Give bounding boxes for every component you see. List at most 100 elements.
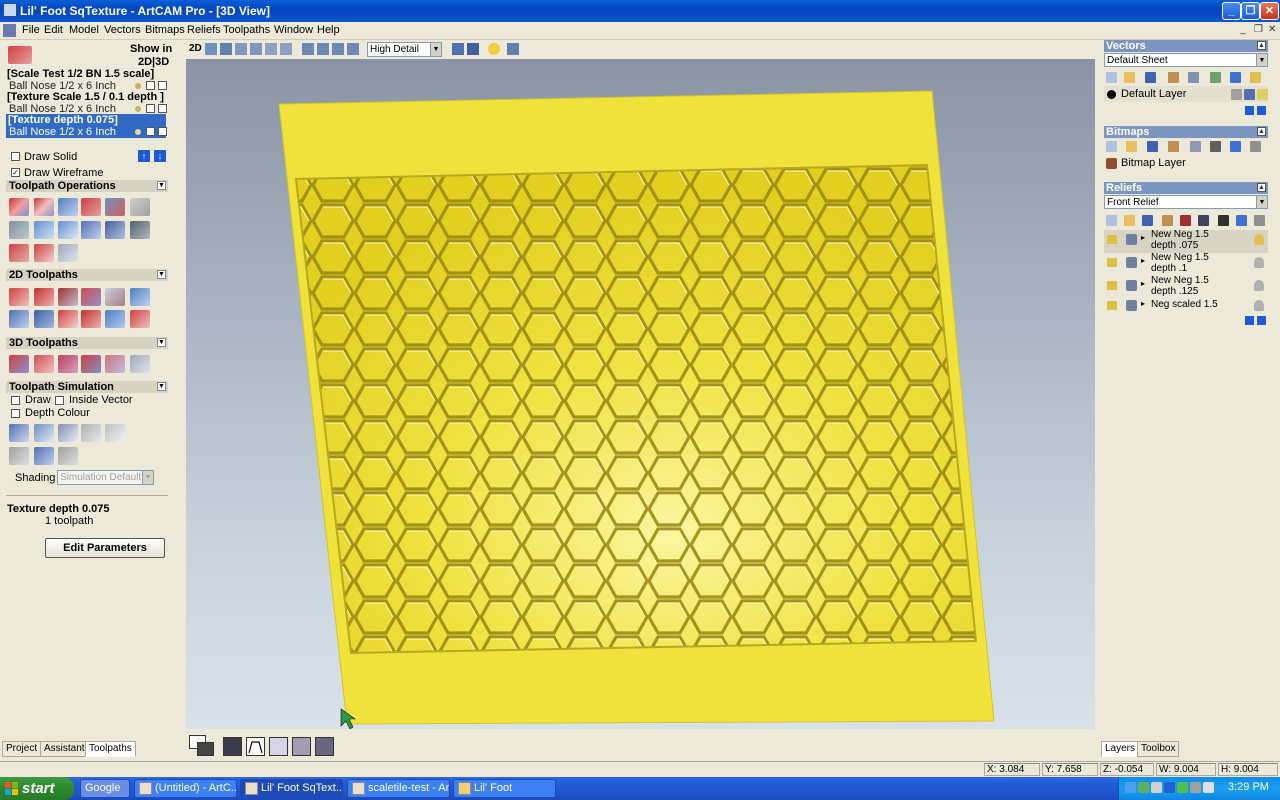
network-icon[interactable] xyxy=(1125,782,1136,793)
tab-layers[interactable]: Layers xyxy=(1101,741,1140,757)
simulate-window-icon[interactable] xyxy=(58,244,78,262)
simulate-toolpath-icon[interactable] xyxy=(9,424,29,442)
antivirus-icon[interactable] xyxy=(1138,782,1149,793)
sim-draw-checkbox[interactable] xyxy=(11,396,20,405)
edit-parameters-button[interactable]: Edit Parameters xyxy=(45,538,165,558)
simulation-relief-icon[interactable] xyxy=(34,447,54,465)
taskbar-untitled-artcam[interactable]: (Untitled) - ArtC... xyxy=(134,779,237,798)
depth-colour-checkbox[interactable] xyxy=(11,409,20,418)
inlay-icon[interactable] xyxy=(34,310,54,328)
collapse-arrow-icon[interactable]: ▲ xyxy=(1257,183,1266,192)
add-toolpath-icon[interactable] xyxy=(9,244,29,262)
relief-layer-name[interactable]: New Neg 1.5 xyxy=(1151,229,1209,240)
machine-along-vector-icon[interactable] xyxy=(105,310,125,328)
shade-mode-icon[interactable] xyxy=(452,43,464,55)
detail-select[interactable]: High Detail ▼ xyxy=(367,42,442,57)
zoom-box-icon[interactable] xyxy=(265,43,277,55)
relief-layer-desc[interactable]: depth .125 xyxy=(1151,286,1198,297)
bitmap-tool-icon[interactable] xyxy=(1210,141,1221,152)
vector-sheet-select[interactable]: Default Sheet ▼ xyxy=(1104,53,1268,67)
menu-vectors[interactable]: Vectors xyxy=(104,24,141,36)
taskbar-scaletile-test[interactable]: scaletile-test - Ar... xyxy=(347,779,450,798)
show-in-mode[interactable]: 2D|3D xyxy=(138,56,169,68)
usb-icon[interactable] xyxy=(1190,782,1201,793)
relief-layer-visible-icon[interactable] xyxy=(1107,281,1117,290)
start-button[interactable]: start xyxy=(0,777,74,800)
light-bulb-icon[interactable] xyxy=(1254,257,1264,268)
toolpath-group-3[interactable]: [Texture depth 0.075] xyxy=(8,114,118,126)
axes-icon[interactable] xyxy=(467,43,479,55)
3d-texture-icon[interactable] xyxy=(105,355,125,373)
save-layer-icon[interactable] xyxy=(1145,72,1156,83)
relief-layer-name[interactable]: New Neg 1.5 xyxy=(1151,252,1209,263)
chevron-down-icon[interactable]: ▼ xyxy=(1256,54,1267,66)
merge-toolpaths-icon[interactable] xyxy=(105,198,125,216)
minimize-button[interactable]: _ xyxy=(1222,2,1241,20)
section-toolpath-operations[interactable]: Toolpath Operations ▼ xyxy=(6,180,168,192)
delete-relief-icon[interactable] xyxy=(1236,215,1247,226)
chevron-down-icon[interactable]: ▼ xyxy=(430,43,441,56)
fluting-icon[interactable] xyxy=(9,310,29,328)
show-3d-checkbox[interactable] xyxy=(146,104,155,113)
relief-layer-name[interactable]: Neg scaled 1.5 xyxy=(1151,299,1218,310)
area-clearance-icon[interactable] xyxy=(34,288,54,306)
batch-calculate-icon[interactable] xyxy=(105,221,125,239)
paste-layer-icon[interactable] xyxy=(1168,72,1179,83)
toolpath-group-1[interactable]: [Scale Test 1/2 BN 1.5 scale] xyxy=(7,68,154,80)
move-down-icon[interactable] xyxy=(1257,316,1266,325)
layer-color-dot[interactable] xyxy=(1107,90,1116,99)
layer-light-icon[interactable] xyxy=(1250,72,1261,83)
paste-bitmap-icon[interactable] xyxy=(1168,141,1179,152)
zoom-out-icon[interactable] xyxy=(250,43,262,55)
color-swatch-mid[interactable] xyxy=(292,737,311,756)
bitmap-layer-label[interactable]: Bitmap Layer xyxy=(1121,157,1186,169)
machine-relief-3d-icon[interactable] xyxy=(9,355,29,373)
menu-bitmaps[interactable]: Bitmaps xyxy=(145,24,185,36)
simulate-all-icon[interactable] xyxy=(34,424,54,442)
system-clock[interactable]: 3:29 PM xyxy=(1228,781,1269,793)
new-layer-icon[interactable] xyxy=(1106,72,1117,83)
show-2d-indicator[interactable] xyxy=(135,106,141,112)
layer-visible-icon[interactable] xyxy=(1257,89,1268,100)
show-2d-indicator[interactable] xyxy=(135,129,141,135)
profile-machining-icon[interactable] xyxy=(9,288,29,306)
mdi-restore-icon[interactable]: ❐ xyxy=(1254,24,1263,35)
section-3d-toolpaths[interactable]: 3D Toolpaths ▼ xyxy=(6,337,168,349)
relief-bake-icon[interactable] xyxy=(1218,215,1229,226)
new-bitmap-layer-icon[interactable] xyxy=(1106,141,1117,152)
machine-relief-icon[interactable] xyxy=(34,198,54,216)
expand-arrow-icon[interactable]: ▸ xyxy=(1141,233,1145,242)
open-bitmap-icon[interactable] xyxy=(1126,141,1137,152)
taskbar-google[interactable]: Google xyxy=(80,779,130,798)
relief-layer-desc[interactable]: depth .075 xyxy=(1151,240,1198,251)
taskbar-lil-foot-folder[interactable]: Lil' Foot xyxy=(453,779,556,798)
relief-combine-mode-icon[interactable] xyxy=(1126,280,1137,291)
move-up-icon[interactable]: ↑ xyxy=(138,150,150,162)
merge-layer-icon[interactable] xyxy=(1210,72,1221,83)
embossing-icon[interactable] xyxy=(130,310,150,328)
pan-icon[interactable] xyxy=(220,43,232,55)
move-up-icon[interactable] xyxy=(1245,106,1254,115)
light-bulb-icon[interactable] xyxy=(1254,280,1264,291)
taskbar-lil-foot-sqtexture[interactable]: Lil' Foot SqText... xyxy=(240,779,343,798)
relief-render[interactable] xyxy=(186,59,1095,729)
tab-toolbox[interactable]: Toolbox xyxy=(1137,741,1180,757)
show-3d-checkbox-b[interactable] xyxy=(158,81,167,90)
relief-layer-visible-icon[interactable] xyxy=(1107,235,1117,244)
rest-machining-icon[interactable] xyxy=(81,355,101,373)
toolpath-group-2[interactable]: [Texture Scale 1.5 / 0.1 depth ] xyxy=(7,91,164,103)
draw-solid-checkbox[interactable] xyxy=(11,152,20,161)
chevron-down-icon[interactable]: ▼ xyxy=(1256,196,1267,208)
section-toolpath-simulation[interactable]: Toolpath Simulation ▼ xyxy=(6,381,168,393)
move-down-icon[interactable]: ↓ xyxy=(154,150,166,162)
bevel-carve-icon[interactable] xyxy=(105,288,125,306)
waterline-icon[interactable] xyxy=(58,355,78,373)
layer-properties-icon[interactable] xyxy=(1188,72,1199,83)
drilling-icon[interactable] xyxy=(58,288,78,306)
mdi-minimize-icon[interactable]: _ xyxy=(1240,24,1246,35)
toolpath-template-icon[interactable] xyxy=(81,221,101,239)
maximize-button[interactable]: ❐ xyxy=(1241,2,1260,20)
color-swatch-slate[interactable] xyxy=(315,737,334,756)
relief-mode-icon[interactable] xyxy=(1198,215,1209,226)
save-toolpath-icon[interactable] xyxy=(130,198,150,216)
